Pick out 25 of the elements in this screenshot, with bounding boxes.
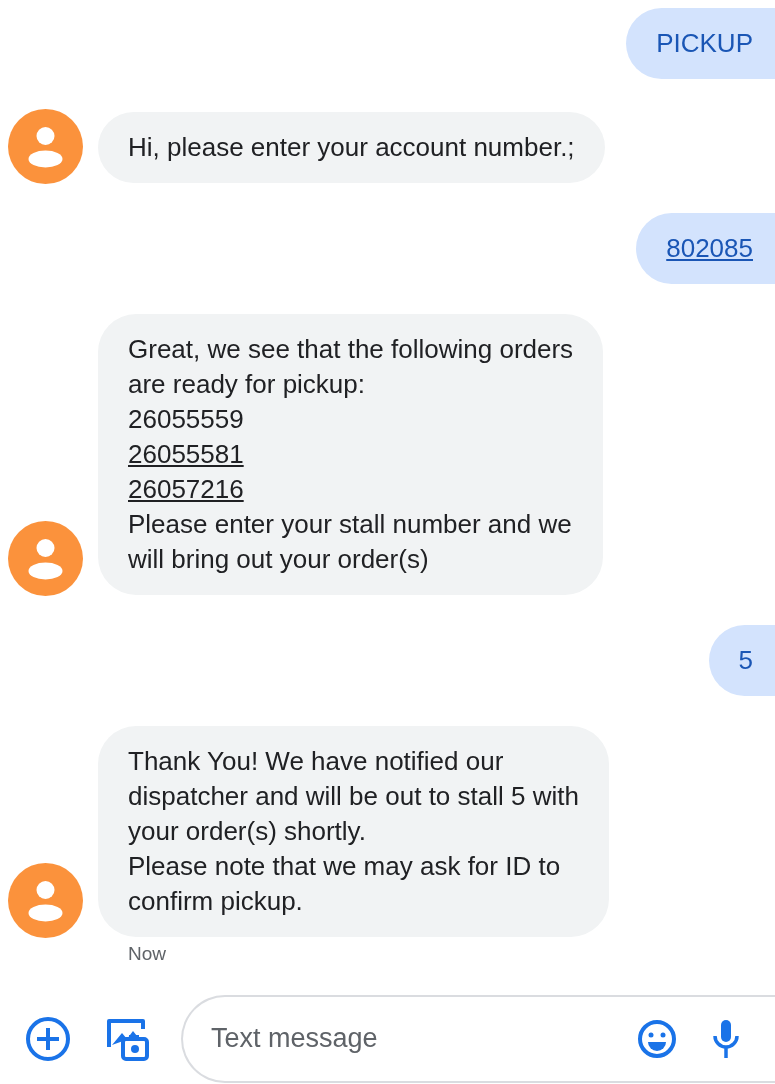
message-text: confirm pickup. — [128, 885, 303, 918]
avatar-icon — [8, 863, 83, 938]
microphone-icon[interactable] — [711, 1017, 741, 1060]
message-text: 5 — [738, 644, 753, 677]
number-link[interactable]: 802085 — [666, 231, 753, 266]
message-text: Please enter your stall number and we — [128, 508, 572, 541]
message-text: Great, we see that the following orders — [128, 333, 574, 366]
message-field[interactable]: Text message — [181, 994, 775, 1083]
message-text: Hi, please enter your account number.; — [128, 131, 575, 164]
message-text: your order(s) shortly. — [128, 815, 366, 848]
avatar-icon — [8, 521, 83, 596]
number-link[interactable]: 26057216 — [128, 472, 244, 507]
message-text: will bring out your order(s) — [128, 543, 429, 576]
add-icon[interactable] — [25, 1015, 71, 1062]
number-link[interactable]: 26055581 — [128, 437, 244, 472]
avatar-icon — [8, 109, 83, 184]
emoji-icon[interactable] — [637, 1018, 677, 1059]
message-input-field[interactable]: Text message — [209, 1022, 637, 1055]
message-text: are ready for pickup: — [128, 368, 365, 401]
message-text: PICKUP — [656, 27, 753, 60]
timestamp: Now — [128, 943, 166, 964]
message-text: 26055559 — [128, 403, 244, 436]
message-text: dispatcher and will be out to stall 5 with — [128, 780, 579, 813]
message-text: Please note that we may ask for ID to — [128, 850, 561, 883]
message-text: Thank You! We have notified our — [128, 745, 504, 778]
